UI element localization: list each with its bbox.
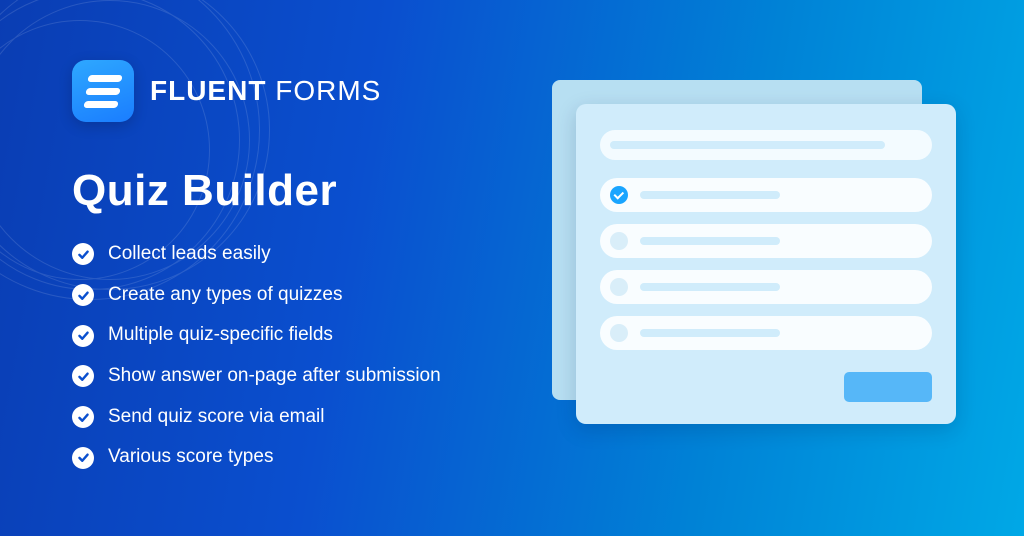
submit-button-illustration: [844, 372, 932, 402]
placeholder-bar: [640, 237, 780, 245]
feature-text: Multiple quiz-specific fields: [108, 323, 333, 348]
placeholder-bar: [610, 141, 885, 149]
feature-item: Send quiz score via email: [72, 405, 552, 430]
left-content: FLUENT FORMS Quiz Builder Collect leads …: [72, 60, 552, 486]
quiz-option-row: [600, 270, 932, 304]
feature-text: Create any types of quizzes: [108, 283, 342, 308]
check-icon: [72, 325, 94, 347]
feature-text: Collect leads easily: [108, 242, 271, 267]
placeholder-bar: [640, 283, 780, 291]
form-title-field: [600, 130, 932, 160]
radio-selected-icon: [610, 186, 628, 204]
feature-text: Show answer on-page after submission: [108, 364, 441, 389]
brand-name-light: FORMS: [275, 75, 381, 106]
page-title: Quiz Builder: [72, 166, 552, 216]
placeholder-bar: [640, 191, 780, 199]
brand-lockup: FLUENT FORMS: [72, 60, 552, 122]
radio-unselected-icon: [610, 278, 628, 296]
quiz-option-row: [600, 316, 932, 350]
form-illustration: [552, 80, 952, 440]
feature-item: Show answer on-page after submission: [72, 364, 552, 389]
feature-item: Create any types of quizzes: [72, 283, 552, 308]
check-icon: [72, 406, 94, 428]
feature-list: Collect leads easily Create any types of…: [72, 242, 552, 470]
feature-item: Various score types: [72, 445, 552, 470]
form-card: [576, 104, 956, 424]
feature-item: Multiple quiz-specific fields: [72, 323, 552, 348]
feature-text: Send quiz score via email: [108, 405, 325, 430]
radio-unselected-icon: [610, 232, 628, 250]
feature-text: Various score types: [108, 445, 273, 470]
feature-item: Collect leads easily: [72, 242, 552, 267]
placeholder-bar: [640, 329, 780, 337]
promo-banner: FLUENT FORMS Quiz Builder Collect leads …: [0, 0, 1024, 536]
check-icon: [72, 243, 94, 265]
quiz-option-row: [600, 178, 932, 212]
quiz-option-row: [600, 224, 932, 258]
check-icon: [72, 447, 94, 469]
check-icon: [72, 365, 94, 387]
radio-unselected-icon: [610, 324, 628, 342]
fluent-forms-logo-icon: [72, 60, 134, 122]
brand-name-strong: FLUENT: [150, 75, 266, 106]
brand-name: FLUENT FORMS: [150, 75, 381, 107]
check-icon: [72, 284, 94, 306]
